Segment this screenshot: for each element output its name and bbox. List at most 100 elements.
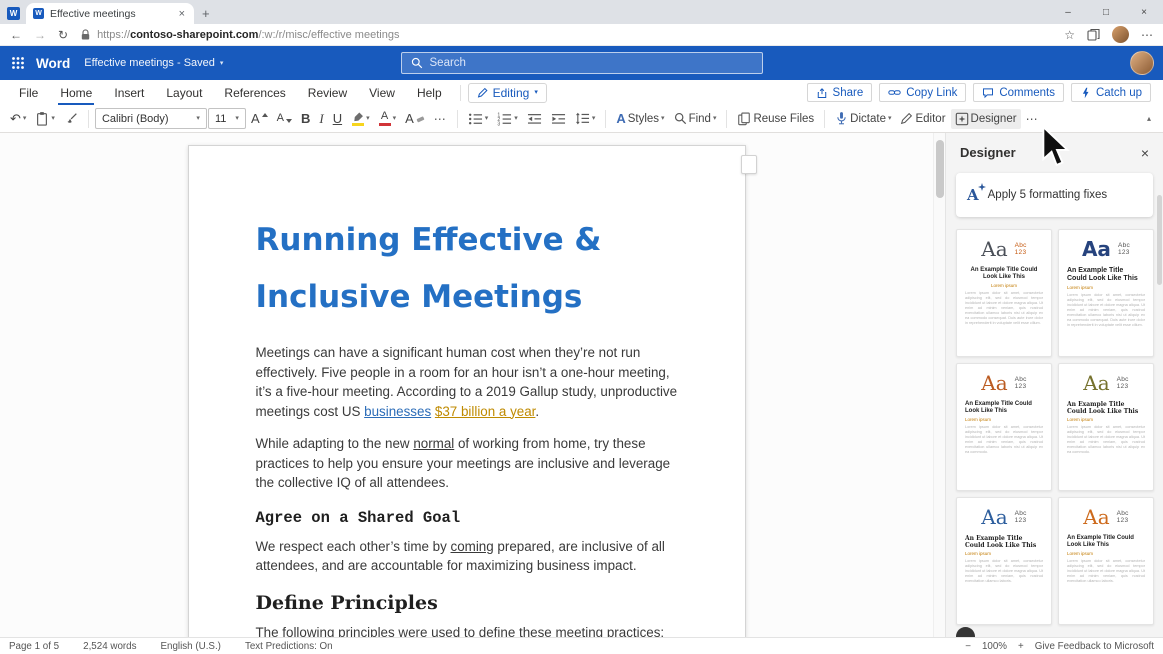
grow-font-button[interactable]: A xyxy=(247,109,272,128)
menu-home[interactable]: Home xyxy=(49,80,103,105)
highlight-button[interactable]: ▾ xyxy=(347,109,374,129)
app-launcher-button[interactable] xyxy=(0,46,36,80)
editor-button[interactable]: Editor xyxy=(896,109,949,128)
zoom-level[interactable]: 100% xyxy=(982,641,1007,652)
underline-button[interactable]: U xyxy=(329,109,346,128)
pane-footer-button[interactable] xyxy=(956,627,975,637)
design-style-card[interactable]: Aa Abc123 An Example Title Could Look Li… xyxy=(956,229,1052,357)
styles-button[interactable]: A Styles ▾ xyxy=(612,109,668,128)
statusbar: Page 1 of 5 2,524 words English (U.S.) T… xyxy=(0,637,1163,654)
find-button[interactable]: Find ▾ xyxy=(670,109,721,128)
design-style-card[interactable]: Aa Abc123 An Example Title Could Look Li… xyxy=(1058,229,1154,357)
close-window-button[interactable]: × xyxy=(1125,0,1163,24)
chevron-down-icon: ▾ xyxy=(592,115,596,122)
paste-button[interactable]: ▾ xyxy=(31,108,59,129)
bullets-button[interactable]: ▾ xyxy=(464,109,493,129)
back-button[interactable]: ← xyxy=(10,28,22,42)
document-name-button[interactable]: Effective meetings - Saved ▾ xyxy=(84,57,223,69)
more-font-options-button[interactable]: ⋯ xyxy=(430,109,451,129)
browser-window: W W Effective meetings × + – □ × ← → ↻ h… xyxy=(0,0,1163,654)
menu-review[interactable]: Review xyxy=(297,80,358,105)
designer-button[interactable]: Designer xyxy=(951,109,1021,129)
new-tab-button[interactable]: + xyxy=(202,6,210,21)
search-bar[interactable] xyxy=(401,52,763,74)
chevron-down-icon: ▾ xyxy=(23,115,27,122)
divider xyxy=(88,110,89,128)
tab-close-icon[interactable]: × xyxy=(177,8,187,20)
refresh-button[interactable]: ↻ xyxy=(58,28,68,42)
bold-button[interactable]: B xyxy=(297,109,314,128)
paragraph: We respect each other’s time by coming p… xyxy=(256,537,678,576)
toolbar-overflow-button[interactable]: ⋯ xyxy=(1022,109,1043,129)
account-avatar[interactable] xyxy=(1130,51,1154,75)
url-text: https://contoso-sharepoint.com/:w:/r/mis… xyxy=(97,29,399,41)
share-button[interactable]: Share xyxy=(807,83,873,102)
design-style-card[interactable]: Aa Abc123 An Example Title Could Look Li… xyxy=(956,363,1052,491)
increase-indent-button[interactable] xyxy=(547,109,570,129)
reuse-files-button[interactable]: Reuse Files xyxy=(733,109,818,129)
divider xyxy=(460,85,461,101)
editing-mode-button[interactable]: Editing ▾ xyxy=(468,83,547,103)
clear-formatting-button[interactable]: A xyxy=(401,109,429,128)
search-input[interactable] xyxy=(430,57,730,69)
format-painter-button[interactable] xyxy=(60,109,82,129)
collections-icon[interactable] xyxy=(1087,28,1100,41)
language-status[interactable]: English (U.S.) xyxy=(161,641,221,652)
zoom-out-button[interactable]: − xyxy=(965,641,971,652)
share-icon xyxy=(816,87,828,99)
maximize-button[interactable]: □ xyxy=(1087,0,1125,24)
undo-button[interactable]: ↶ ▾ xyxy=(6,109,30,128)
italic-button[interactable]: I xyxy=(315,109,327,128)
menu-layout[interactable]: Layout xyxy=(155,80,213,105)
formatting-sparkle-icon: A xyxy=(967,186,979,204)
collapse-ribbon-button[interactable]: ▴ xyxy=(1141,112,1157,125)
browser-profile-avatar[interactable] xyxy=(1112,26,1129,43)
dictate-button[interactable]: Dictate ▾ xyxy=(831,108,895,129)
forward-button[interactable]: → xyxy=(34,28,46,42)
font-color-button[interactable]: A ▾ xyxy=(375,108,401,129)
menu-file[interactable]: File xyxy=(8,80,49,105)
tab-title: Effective meetings xyxy=(50,8,171,20)
catch-up-button[interactable]: Catch up xyxy=(1071,83,1151,102)
numbering-button[interactable]: 123 ▾ xyxy=(493,109,522,129)
clipboard-icon xyxy=(35,111,49,126)
browser-menu-icon[interactable]: ⋯ xyxy=(1141,28,1153,42)
scrollbar-thumb[interactable] xyxy=(936,140,944,198)
line-spacing-button[interactable]: ▾ xyxy=(571,109,600,129)
font-size-select[interactable]: 11 ▾ xyxy=(208,108,246,129)
menu-view[interactable]: View xyxy=(358,80,406,105)
decrease-indent-button[interactable] xyxy=(523,109,546,129)
eraser-icon xyxy=(416,114,425,123)
url-field[interactable]: https://contoso-sharepoint.com/:w:/r/mis… xyxy=(80,29,1052,41)
design-style-card[interactable]: Aa Abc123 An Example Title Could Look Li… xyxy=(1058,363,1154,491)
zoom-in-button[interactable]: + xyxy=(1018,641,1024,652)
copy-link-button[interactable]: Copy Link xyxy=(879,83,966,102)
divider xyxy=(605,110,606,128)
pen-icon xyxy=(477,87,488,98)
apply-formatting-card[interactable]: A Apply 5 formatting fixes xyxy=(956,173,1153,217)
document-page[interactable]: Running Effective & Inclusive Meetings M… xyxy=(188,145,746,637)
design-style-card[interactable]: Aa Abc123 An Example Title Could Look Li… xyxy=(1058,497,1154,625)
menu-insert[interactable]: Insert xyxy=(103,80,155,105)
menu-help[interactable]: Help xyxy=(406,80,453,105)
document-canvas[interactable]: Running Effective & Inclusive Meetings M… xyxy=(0,133,933,637)
font-name-select[interactable]: Calibri (Body) ▾ xyxy=(95,108,207,129)
close-pane-icon[interactable]: × xyxy=(1141,146,1149,160)
document-scrollbar[interactable] xyxy=(933,133,945,637)
feedback-link[interactable]: Give Feedback to Microsoft xyxy=(1035,641,1154,652)
menu-references[interactable]: References xyxy=(213,80,296,105)
comments-button[interactable]: Comments xyxy=(973,83,1064,102)
shrink-font-button[interactable]: A xyxy=(273,110,296,127)
caret-down-icon xyxy=(286,119,292,123)
microphone-icon xyxy=(835,111,848,126)
page-count[interactable]: Page 1 of 5 xyxy=(9,641,59,652)
pane-scrollbar-thumb[interactable] xyxy=(1157,195,1162,285)
minimize-button[interactable]: – xyxy=(1049,0,1087,24)
word-count[interactable]: 2,524 words xyxy=(83,641,136,652)
app-name[interactable]: Word xyxy=(36,56,70,71)
favorites-star-icon[interactable]: ☆ xyxy=(1064,28,1075,42)
comment-anchor[interactable] xyxy=(741,155,757,174)
browser-tab[interactable]: W Effective meetings × xyxy=(26,3,194,24)
text-predictions-status[interactable]: Text Predictions: On xyxy=(245,641,333,652)
design-style-card[interactable]: Aa Abc123 An Example Title Could Look Li… xyxy=(956,497,1052,625)
